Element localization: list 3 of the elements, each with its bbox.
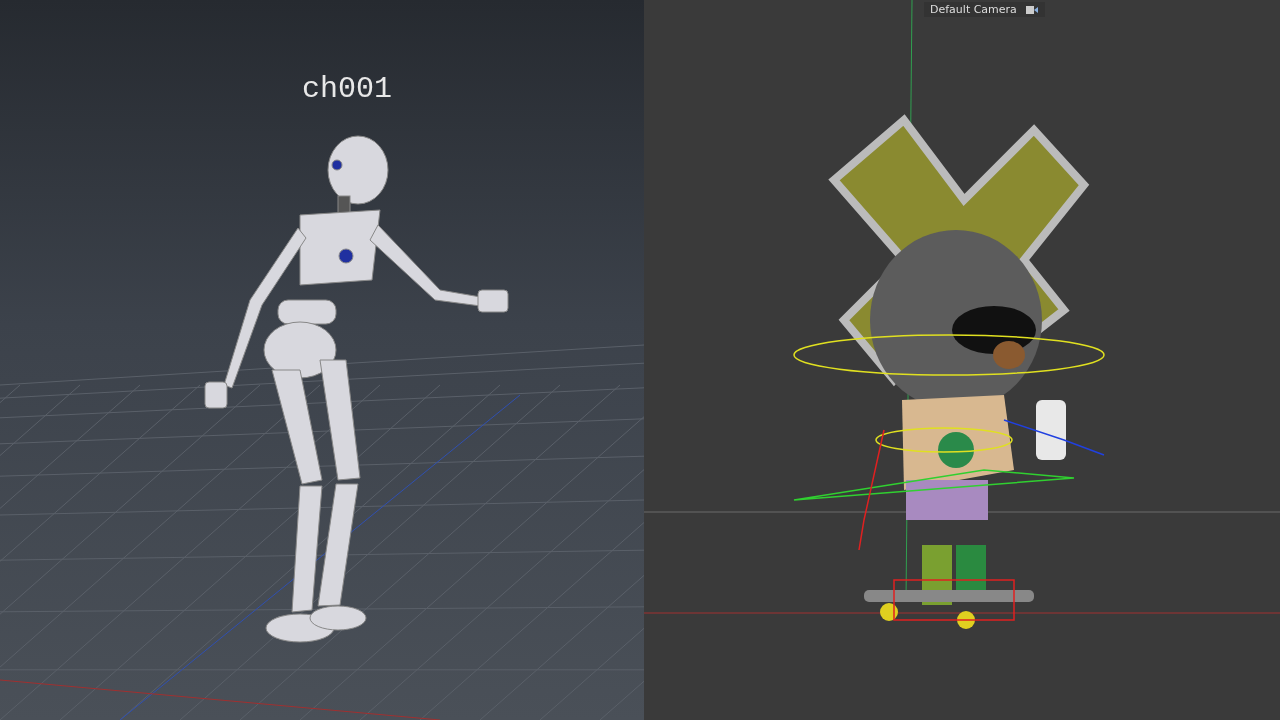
camera-label: Default Camera (930, 3, 1017, 16)
camera-icon[interactable] (1024, 4, 1039, 15)
character-label: ch001 (302, 72, 392, 106)
